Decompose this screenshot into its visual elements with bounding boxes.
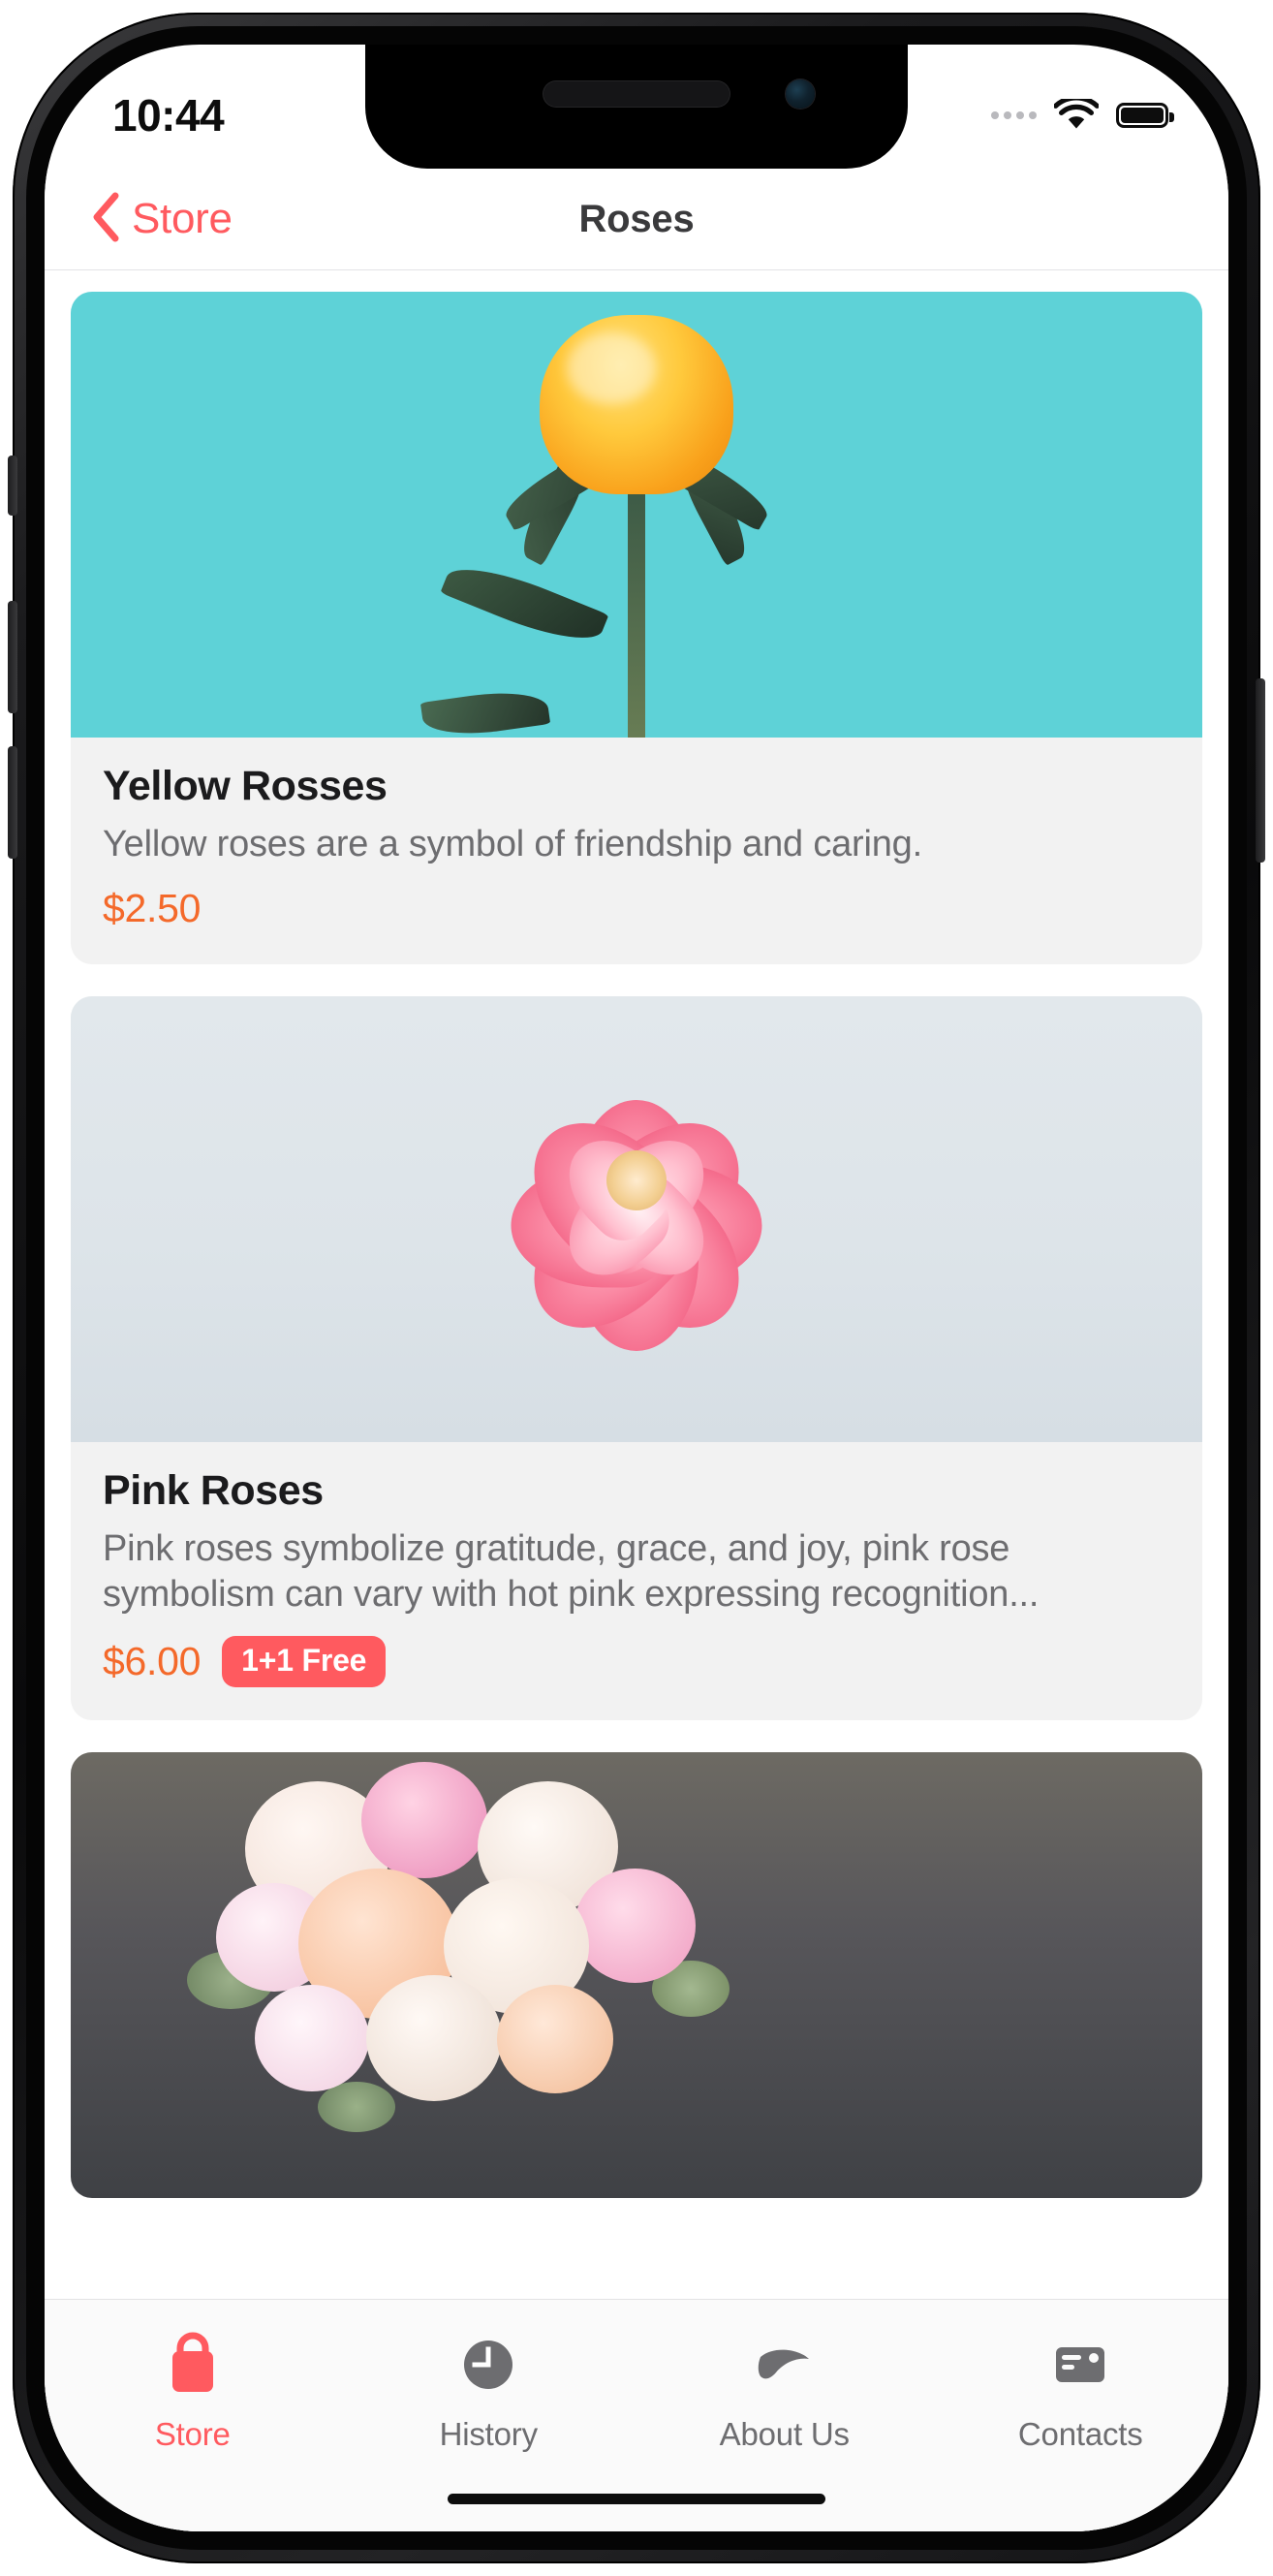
product-title: Yellow Rosses bbox=[103, 763, 388, 809]
product-description: Pink roses symbolize gratitude, grace, a… bbox=[103, 1527, 1040, 1616]
contact-card-icon bbox=[1048, 2329, 1112, 2401]
leaf-icon bbox=[753, 2329, 817, 2401]
cellular-dots-icon bbox=[991, 111, 1037, 119]
product-list[interactable]: Yellow Rosses Yellow roses are a symbol … bbox=[45, 270, 1228, 2531]
phone-frame: 10:44 Store Roses Yellow Rosses Yellow r… bbox=[0, 0, 1273, 2576]
back-button[interactable]: Store bbox=[91, 192, 233, 247]
product-price: $6.00 bbox=[103, 1638, 202, 1683]
product-description: Yellow roses are a symbol of friendship … bbox=[103, 824, 922, 864]
product-image-pink-rose bbox=[71, 995, 1202, 1442]
notch bbox=[365, 45, 908, 169]
product-card[interactable] bbox=[71, 1751, 1202, 2198]
speaker-grill-icon bbox=[543, 81, 730, 107]
product-footer: $2.50 bbox=[103, 886, 1170, 931]
product-info: Pink Roses Pink roses symbolize gratitud… bbox=[71, 1442, 1202, 1720]
promo-badge: 1+1 Free bbox=[222, 1635, 387, 1687]
product-title: Pink Roses bbox=[103, 1466, 324, 1514]
product-footer: $6.00 1+1 Free bbox=[103, 1635, 1170, 1687]
tab-history[interactable]: History bbox=[341, 2329, 637, 2453]
product-info: Yellow Rosses Yellow roses are a symbol … bbox=[71, 738, 1202, 964]
wifi-icon bbox=[1054, 99, 1099, 132]
product-image-yellow-rose bbox=[71, 292, 1202, 738]
tab-label: History bbox=[439, 2416, 538, 2452]
product-price: $2.50 bbox=[103, 885, 202, 930]
back-button-label: Store bbox=[132, 195, 233, 242]
tab-label: Store bbox=[154, 2416, 231, 2452]
product-card[interactable]: Yellow Rosses Yellow roses are a symbol … bbox=[71, 292, 1202, 964]
tab-label: About Us bbox=[719, 2416, 850, 2452]
product-card[interactable]: Pink Roses Pink roses symbolize gratitud… bbox=[71, 995, 1202, 1720]
battery-full-icon bbox=[1116, 103, 1174, 128]
product-image-bouquet bbox=[71, 1751, 1202, 2198]
tab-about-us[interactable]: About Us bbox=[636, 2329, 933, 2453]
volume-down-button[interactable] bbox=[8, 746, 17, 859]
navigation-bar: Store Roses bbox=[45, 169, 1228, 270]
tab-store[interactable]: Store bbox=[45, 2329, 341, 2453]
status-time: 10:44 bbox=[112, 90, 225, 141]
clock-icon bbox=[458, 2329, 518, 2401]
tab-label: Contacts bbox=[1017, 2416, 1143, 2452]
shopping-bag-icon bbox=[163, 2329, 223, 2401]
home-indicator[interactable] bbox=[448, 2494, 825, 2504]
phone-screen: 10:44 Store Roses Yellow Rosses Yellow r… bbox=[45, 45, 1228, 2531]
front-camera-icon bbox=[786, 79, 815, 109]
volume-up-button[interactable] bbox=[8, 601, 17, 713]
chevron-left-icon bbox=[91, 192, 120, 247]
status-indicators bbox=[991, 99, 1174, 132]
tab-contacts[interactable]: Contacts bbox=[933, 2329, 1229, 2453]
power-button[interactable] bbox=[1256, 678, 1265, 863]
silence-switch[interactable] bbox=[8, 456, 17, 516]
